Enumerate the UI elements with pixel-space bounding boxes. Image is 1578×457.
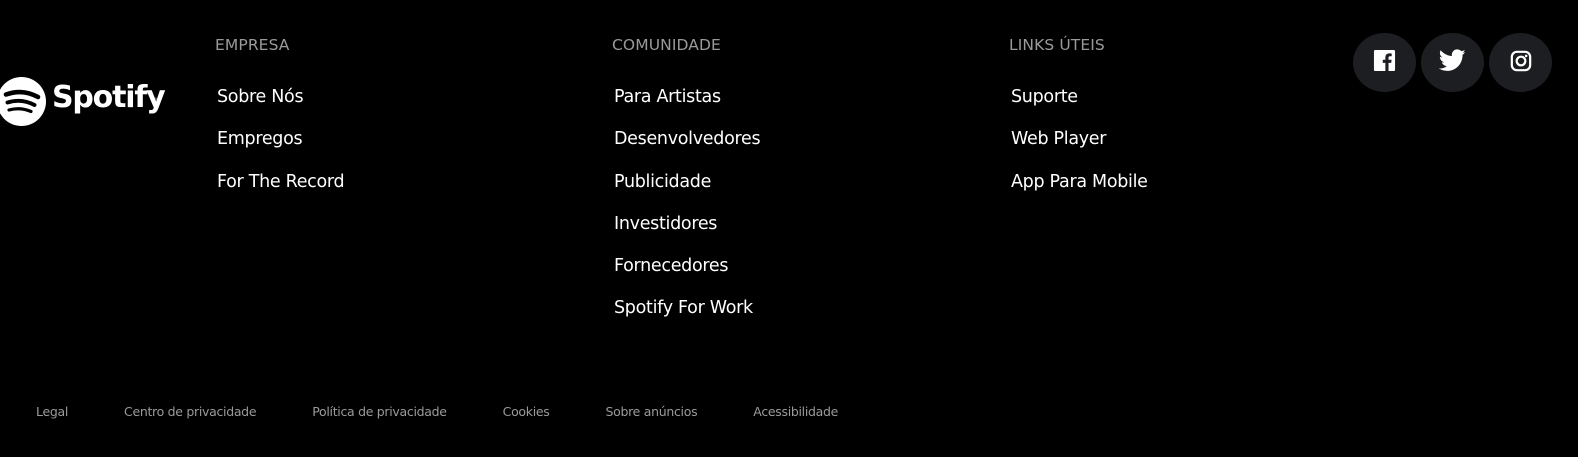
column-links: Para Artistas Desenvolvedores Publicidad… [614,86,761,340]
footer-link-publicidade[interactable]: Publicidade [614,171,760,213]
footer-link-for-the-record[interactable]: For The Record [217,171,345,213]
about-ads-link[interactable]: Sobre anúncios [606,404,698,419]
social-links [1353,33,1552,92]
legal-links: Legal Centro de privacidade Política de … [36,404,838,419]
column-title: EMPRESA [215,36,290,54]
footer-link-app-para-mobile[interactable]: App Para Mobile [1011,171,1148,213]
registered-mark: ® [151,97,158,105]
footer-link-desenvolvedores[interactable]: Desenvolvedores [614,128,761,170]
privacy-center-link[interactable]: Centro de privacidade [124,404,257,419]
column-links: Sobre Nós Empregos For The Record [217,86,345,213]
facebook-button[interactable] [1353,33,1416,92]
column-links: Suporte Web Player App Para Mobile [1011,86,1148,213]
privacy-policy-link[interactable]: Política de privacidade [312,404,447,419]
column-title: LINKS ÚTEIS [1009,36,1105,54]
footer-link-para-artistas[interactable]: Para Artistas [614,86,760,128]
footer-link-web-player[interactable]: Web Player [1011,128,1148,170]
column-title: COMUNIDADE [612,36,721,54]
twitter-button[interactable] [1421,33,1484,92]
accessibility-link[interactable]: Acessibilidade [753,404,838,419]
instagram-button[interactable] [1489,33,1552,92]
spotify-logo-icon [0,77,46,126]
legal-link[interactable]: Legal [36,404,68,419]
footer-link-empregos[interactable]: Empregos [217,128,344,170]
footer-link-sobre-nos[interactable]: Sobre Nós [217,86,344,128]
footer-link-investidores[interactable]: Investidores [614,213,760,255]
instagram-icon [1510,50,1532,76]
twitter-icon [1438,49,1466,76]
cookies-link[interactable]: Cookies [503,404,550,419]
site-footer: Spotify ® EMPRESA Sobre Nós Empregos For… [0,0,1578,457]
footer-link-suporte[interactable]: Suporte [1011,86,1148,128]
spotify-wordmark: Spotify [52,80,166,115]
facebook-icon [1373,49,1396,76]
footer-link-fornecedores[interactable]: Fornecedores [614,255,760,297]
footer-link-spotify-for-work[interactable]: Spotify For Work [614,297,760,339]
